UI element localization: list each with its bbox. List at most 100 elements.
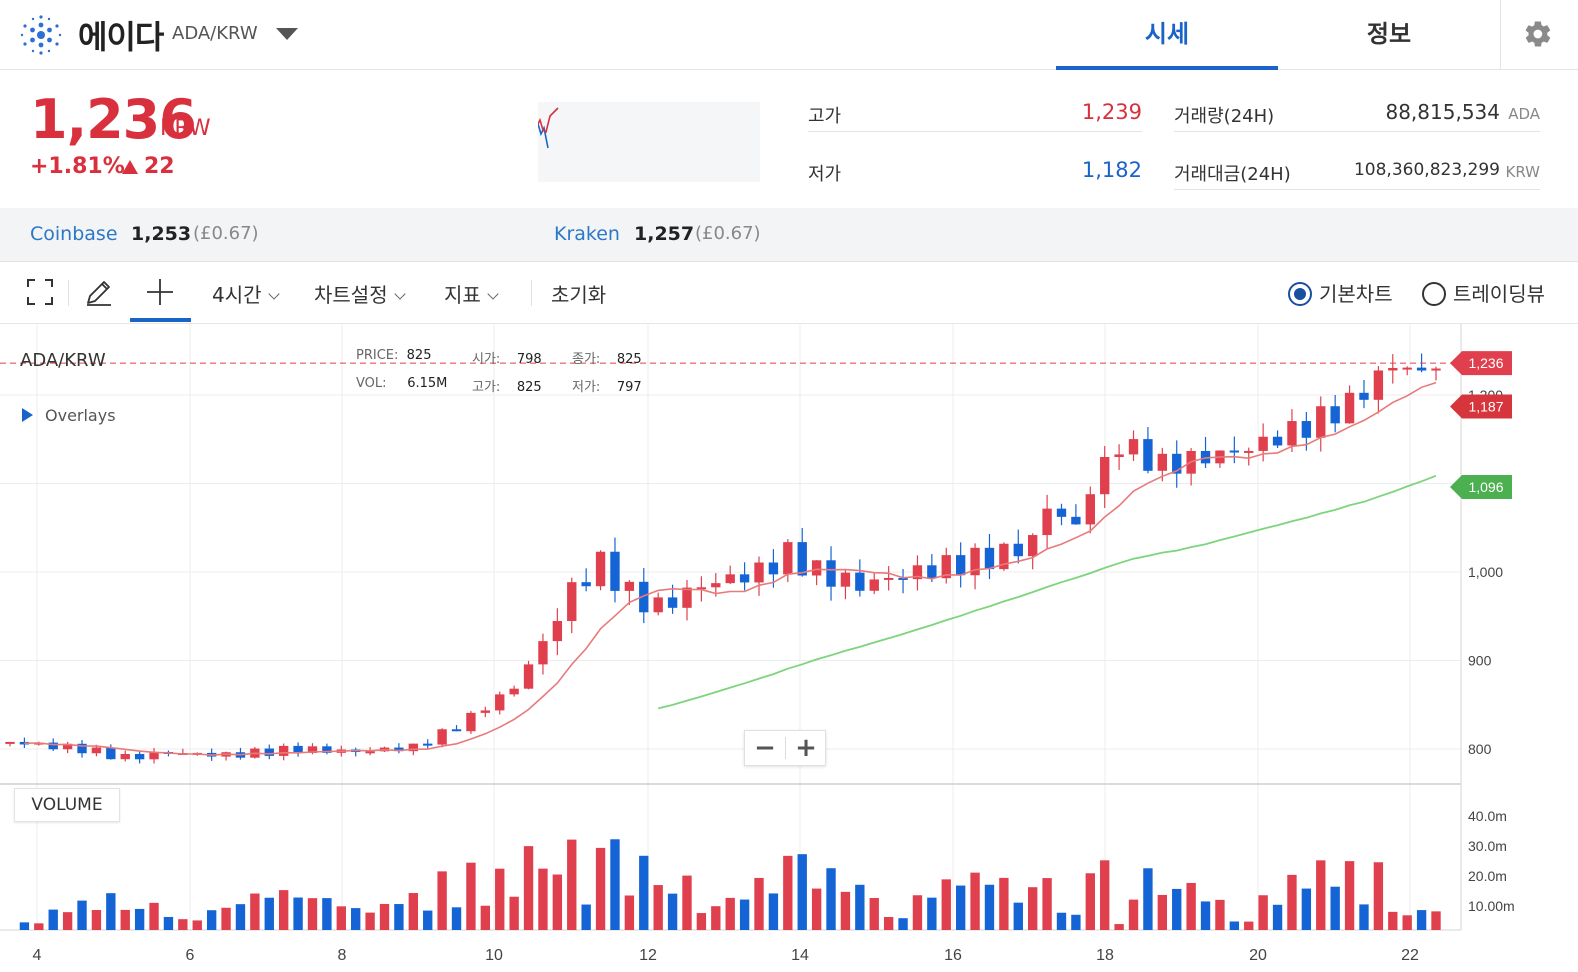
volume-bar [149, 902, 159, 930]
candle-body [552, 621, 563, 642]
stat-low-row: 저가 1,182 [808, 150, 1142, 190]
candle-body [466, 712, 476, 732]
exchange-kraken-price: 1,257 [634, 223, 695, 245]
coin-pair[interactable]: ADA/KRW [172, 23, 258, 44]
chart-settings-menu[interactable]: 차트설정 [314, 279, 406, 308]
exchange-coinbase-name[interactable]: Coinbase [30, 223, 118, 245]
tab-quote[interactable]: 시세 [1056, 0, 1278, 70]
volume-bar [667, 893, 678, 930]
radio-tradingview-label[interactable]: 트레이딩뷰 [1453, 278, 1545, 307]
volume-bar [365, 912, 375, 930]
price-summary: 1,236 KRW +1.81% 22 고가 1,239 저가 1,182 거래… [0, 70, 1578, 208]
volume-bar [62, 912, 73, 930]
pencil-draw-icon[interactable] [83, 276, 115, 308]
volume-bar [696, 913, 707, 930]
fullscreen-icon[interactable] [24, 276, 56, 308]
volume-bar [581, 904, 591, 930]
candle-body [495, 694, 505, 711]
radio-tradingview[interactable] [1422, 282, 1446, 306]
volume-bar [1244, 921, 1254, 930]
coin-name[interactable]: 에이다 [78, 12, 164, 58]
candle-body [1244, 450, 1254, 453]
candle-body [653, 597, 663, 613]
volume-bar [206, 910, 217, 930]
volume-bar [595, 847, 606, 930]
volume-bar [264, 897, 274, 930]
volume-bar [797, 854, 807, 930]
time-axis-tick-label: 10 [485, 947, 503, 964]
volume-bar [1416, 910, 1427, 930]
volume-bar [1215, 899, 1225, 930]
cardano-logo-icon [20, 15, 62, 55]
settings-button[interactable] [1500, 0, 1578, 70]
candle-body [1042, 508, 1052, 536]
legend-vol-value: 6.15M [407, 376, 448, 391]
crosshair-icon[interactable] [144, 276, 176, 308]
price-chart[interactable]: 8009001,0001,20010.00m20.0m30.0m40.0m468… [0, 324, 1578, 972]
volume-bar [826, 868, 836, 930]
chevron-down-icon [487, 288, 499, 300]
zoom-controls: − + [744, 730, 826, 766]
volume-bar [811, 888, 822, 930]
candle-body [134, 753, 145, 760]
zoom-out-button[interactable]: − [745, 731, 785, 765]
radio-basic-chart[interactable] [1288, 282, 1312, 306]
volume-bar [653, 885, 663, 930]
candle-body [278, 745, 289, 756]
volume-bar [898, 918, 908, 930]
overlays-toggle[interactable]: Overlays [22, 406, 116, 425]
volume-bar [1301, 888, 1312, 930]
volume-bar [34, 923, 44, 930]
time-axis-tick-label: 4 [33, 947, 42, 964]
legend-price-value: 825 [406, 348, 432, 363]
candle-body [711, 583, 721, 588]
indicators-menu[interactable]: 지표 [444, 279, 499, 308]
volume-bar [106, 893, 116, 930]
reset-button[interactable]: 초기화 [551, 279, 606, 308]
chevron-down-icon [393, 288, 406, 300]
zoom-in-button[interactable]: + [786, 731, 826, 765]
stat-low-value: 1,182 [1081, 158, 1142, 182]
stat-volume-value: 88,815,534 [1385, 100, 1500, 124]
candle-body [1272, 436, 1283, 446]
volume-bar [480, 905, 491, 930]
candle-body [1388, 367, 1398, 371]
exchange-kraken-name[interactable]: Kraken [554, 223, 620, 245]
chart-settings-label: 차트설정 [314, 283, 388, 307]
volume-bar [984, 884, 995, 930]
candle-body [451, 729, 462, 732]
interval-label: 4시간 [212, 283, 262, 307]
volume-bar [783, 855, 793, 930]
volume-bar [711, 906, 721, 930]
interval-select[interactable]: 4시간 [212, 279, 280, 308]
candle-body [1344, 392, 1355, 424]
legend-close: 종가: 825 [572, 348, 642, 367]
candle-body [1301, 421, 1312, 438]
volume-bar [1157, 894, 1168, 930]
candlestick-chart-canvas[interactable]: 8009001,0001,20010.00m20.0m30.0m40.0m468… [0, 324, 1578, 972]
price-tag-label: 1,187 [1468, 399, 1503, 415]
candle-body [1359, 392, 1369, 400]
legend-price: PRICE: 825 [356, 348, 431, 363]
volume-bar [351, 908, 361, 930]
volume-bar [322, 898, 332, 930]
toolbar-divider [68, 280, 69, 306]
tab-info[interactable]: 정보 [1278, 0, 1500, 70]
candle-body [1028, 535, 1038, 557]
volume-bar [163, 916, 174, 930]
radio-basic-chart-label[interactable]: 기본차트 [1319, 278, 1393, 307]
volume-bar [120, 909, 130, 930]
current-price-unit: KRW [160, 116, 211, 141]
coin-select-caret-icon[interactable] [276, 28, 298, 40]
candle-body [1157, 453, 1168, 471]
candle-body [1229, 450, 1240, 453]
candle-body [365, 751, 375, 754]
volume-bar [394, 904, 404, 930]
candle-body [581, 582, 591, 587]
volume-bar [408, 893, 418, 930]
volume-bar [754, 877, 764, 930]
volume-bar [970, 872, 980, 930]
candle-body [1373, 370, 1384, 400]
candle-body [1056, 508, 1067, 517]
volume-bar [1344, 861, 1355, 930]
